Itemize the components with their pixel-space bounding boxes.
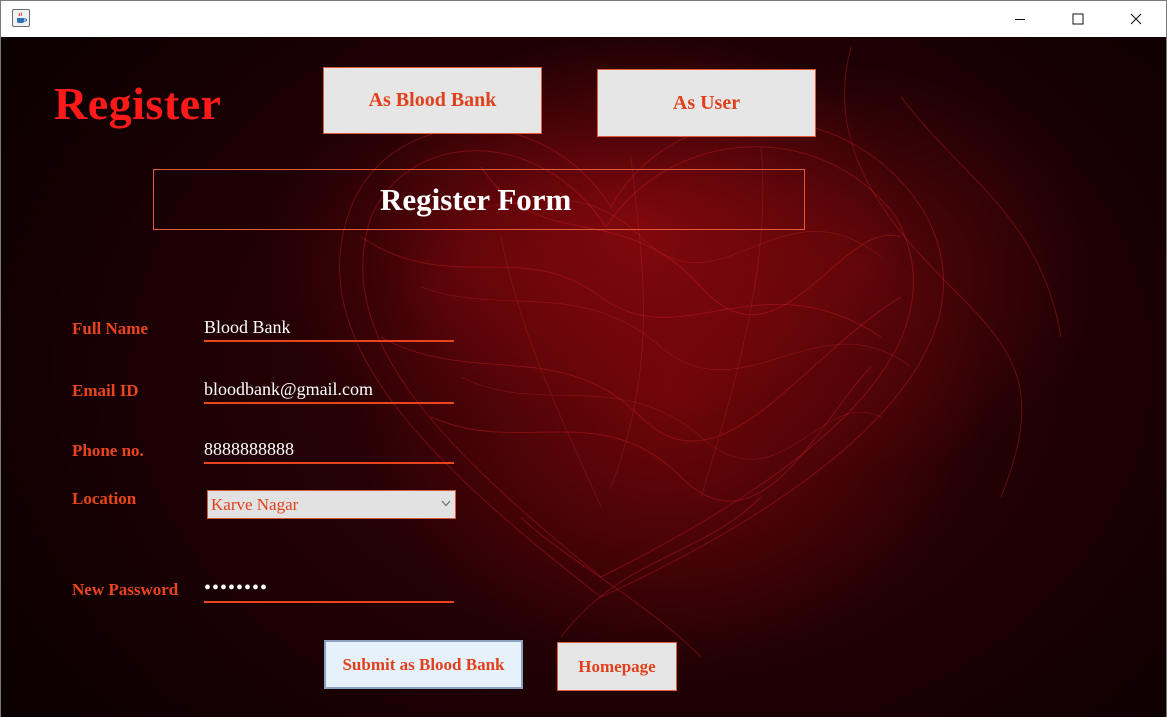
chevron-down-icon <box>441 500 451 507</box>
close-button[interactable] <box>1107 1 1165 37</box>
email-label: Email ID <box>72 381 139 400</box>
minimize-icon <box>1015 19 1025 20</box>
app-window: Register As Blood Bank As User Register … <box>0 0 1167 717</box>
register-form-banner: Register Form <box>153 169 805 230</box>
maximize-button[interactable] <box>1049 1 1107 37</box>
full-name-label: Full Name <box>72 319 149 338</box>
full-name-field[interactable]: Blood Bank <box>204 316 454 342</box>
new-password-field[interactable]: •••••••• <box>204 577 454 603</box>
location-select[interactable]: Karve Nagar <box>207 490 456 519</box>
client-area: Register As Blood Bank As User Register … <box>1 37 1166 717</box>
minimize-button[interactable] <box>991 1 1049 37</box>
phone-label: Phone no. <box>72 441 144 460</box>
maximize-icon <box>1072 13 1084 25</box>
email-field[interactable]: bloodbank@gmail.com <box>204 378 454 404</box>
register-title: Register <box>54 78 222 129</box>
register-form-heading: Register Form <box>380 182 572 217</box>
location-label: Location <box>72 489 137 508</box>
new-password-label: New Password <box>72 580 179 599</box>
location-selected-value: Karve Nagar <box>211 495 299 514</box>
as-user-button[interactable]: As User <box>597 69 816 137</box>
close-icon <box>1130 13 1142 25</box>
submit-as-blood-bank-button[interactable]: Submit as Blood Bank <box>324 640 523 689</box>
title-bar[interactable] <box>1 1 1166 37</box>
phone-field[interactable]: 8888888888 <box>204 438 454 464</box>
homepage-button[interactable]: Homepage <box>557 642 677 691</box>
java-cup-icon <box>12 9 30 27</box>
heart-background-image <box>339 46 1062 658</box>
as-blood-bank-button[interactable]: As Blood Bank <box>323 67 542 134</box>
